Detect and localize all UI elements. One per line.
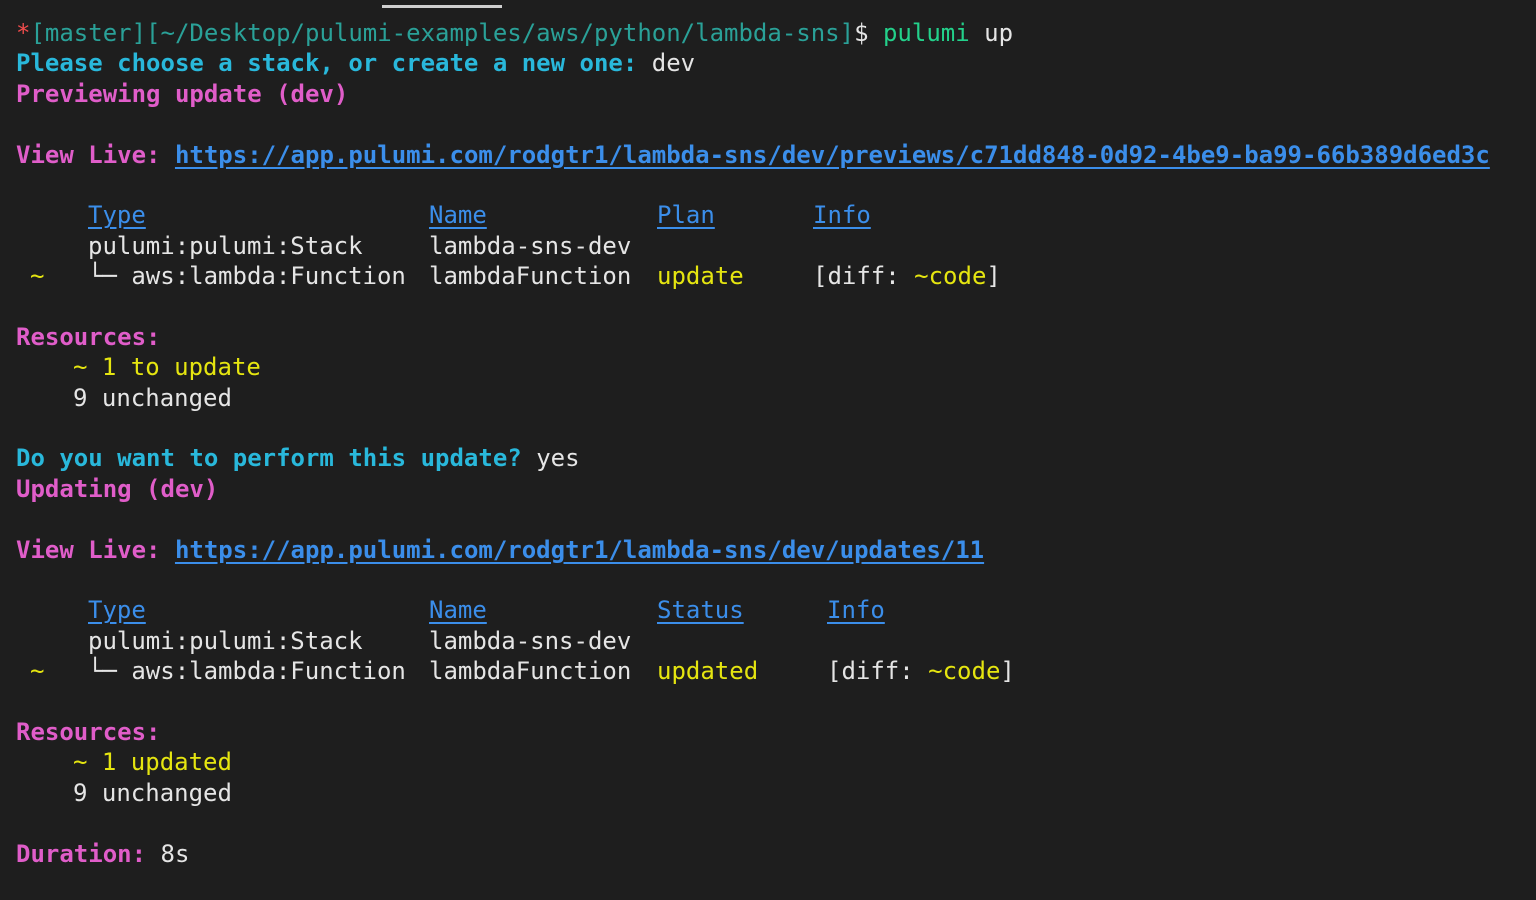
table-row: ~ └─ aws:lambda:Function lambdaFunction … (16, 656, 1526, 686)
choose-stack-line: Please choose a stack, or create a new o… (16, 48, 1526, 78)
row-info: [diff: ~code] (813, 262, 1001, 291)
choose-stack-value: dev (651, 49, 696, 78)
choose-stack-label: Please choose a stack, or create a new o… (16, 49, 638, 78)
row-name: lambdaFunction (429, 657, 632, 686)
confirm-value: yes (536, 444, 580, 473)
preview-header-info: Info (813, 201, 871, 230)
update-header-name: Name (429, 596, 487, 625)
update-view-live-label: View Live: (16, 535, 161, 564)
table-row: ~ └─ aws:lambda:Function lambdaFunction … (16, 261, 1526, 291)
row-marker: ~ (30, 657, 45, 686)
confirm-label: Do you want to perform this update? (16, 444, 522, 473)
update-view-live-line: View Live: https://app.pulumi.com/rodgtr… (16, 535, 1526, 565)
preview-resources-change: ~ 1 to update (73, 353, 261, 382)
terminal-output[interactable]: *[master][~/Desktop/pulumi-examples/aws/… (16, 18, 1526, 869)
update-header-info: Info (827, 596, 885, 625)
prompt-branch: [master] (30, 19, 147, 47)
preview-resources-unchanged: 9 unchanged (73, 383, 232, 412)
row-name: lambda-sns-dev (429, 626, 632, 655)
confirm-line: Do you want to perform this update? yes (16, 443, 1526, 473)
preview-view-live-line: View Live: https://app.pulumi.com/rodgtr… (16, 140, 1526, 170)
update-table-header: Type Name Status Info (16, 595, 1526, 625)
update-header-type: Type (88, 596, 146, 625)
prompt-line: *[master][~/Desktop/pulumi-examples/aws/… (16, 18, 1526, 48)
row-name: lambdaFunction (429, 262, 632, 291)
prompt-arg: up (984, 19, 1014, 47)
active-tab-indicator (382, 5, 502, 8)
update-header-status: Status (657, 596, 744, 625)
row-type: pulumi:pulumi:Stack (88, 626, 363, 655)
row-status: updated (657, 657, 759, 686)
table-row: pulumi:pulumi:Stack lambda-sns-dev (16, 626, 1526, 656)
preview-table-header: Type Name Plan Info (16, 200, 1526, 230)
update-resources-unchanged: 9 unchanged (73, 778, 232, 807)
row-plan: update (657, 262, 744, 291)
preview-resources-label: Resources: (16, 322, 161, 351)
preview-header-type: Type (88, 201, 146, 230)
duration-value: 8s (160, 839, 190, 868)
prompt-star: * (16, 19, 31, 47)
update-resources-change: ~ 1 updated (73, 748, 232, 777)
row-type: pulumi:pulumi:Stack (88, 231, 363, 260)
row-type: └─ aws:lambda:Function (88, 657, 406, 686)
preview-header-plan: Plan (657, 201, 715, 230)
update-header: Updating (dev) (16, 474, 219, 503)
row-marker: ~ (30, 262, 45, 291)
table-row: pulumi:pulumi:Stack lambda-sns-dev (16, 231, 1526, 261)
row-info: [diff: ~code] (827, 657, 1015, 686)
preview-view-live-link[interactable]: https://app.pulumi.com/rodgtr1/lambda-sn… (175, 141, 1490, 169)
preview-header-name: Name (429, 201, 487, 230)
preview-header: Previewing update (dev) (16, 79, 349, 108)
update-view-live-link[interactable]: https://app.pulumi.com/rodgtr1/lambda-sn… (175, 536, 984, 564)
row-name: lambda-sns-dev (429, 231, 632, 260)
duration-label: Duration: (16, 839, 147, 868)
duration-line: Duration: 8s (16, 839, 1526, 869)
preview-view-live-label: View Live: (16, 140, 161, 169)
row-type: └─ aws:lambda:Function (88, 262, 406, 291)
update-resources-label: Resources: (16, 717, 161, 746)
prompt-path: [~/Desktop/pulumi-examples/aws/python/la… (146, 19, 855, 47)
prompt-dollar: $ (854, 19, 869, 47)
prompt-command: pulumi (882, 19, 970, 47)
